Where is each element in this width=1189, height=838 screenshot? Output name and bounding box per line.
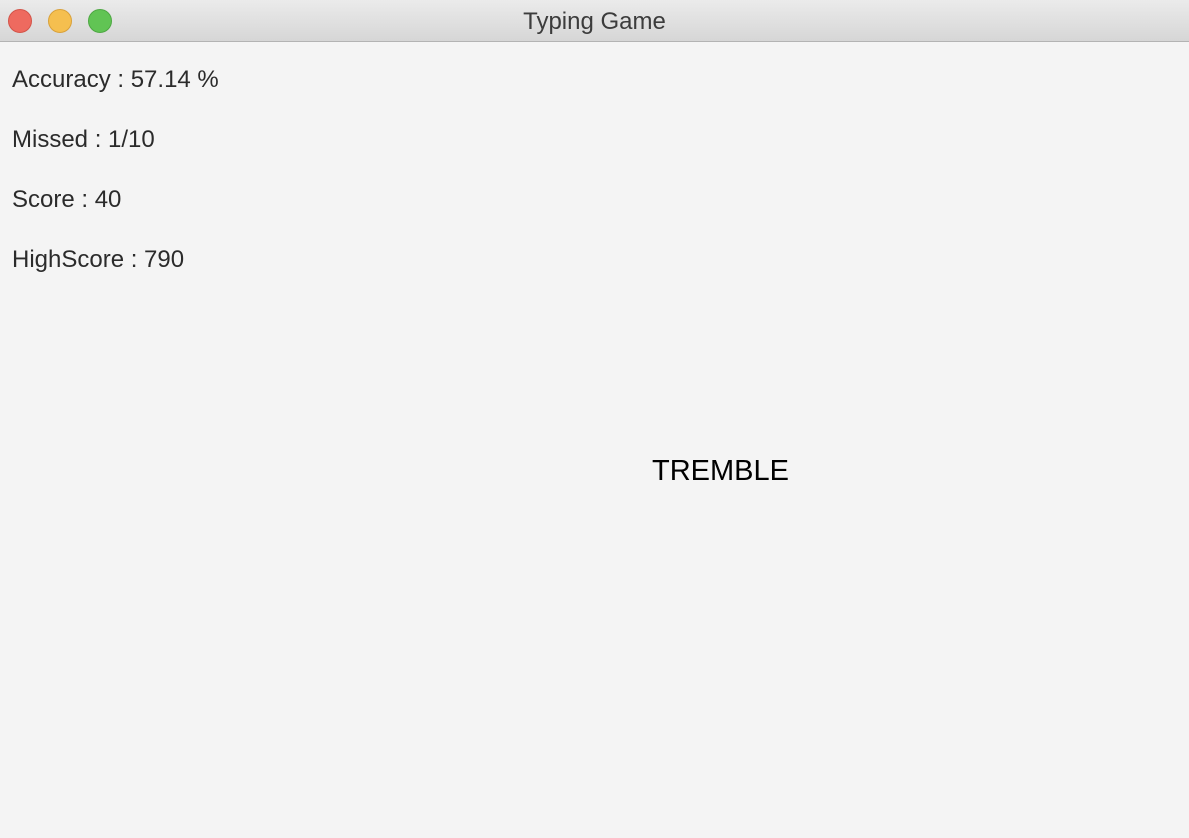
falling-word: TREMBLE bbox=[652, 455, 789, 487]
missed-label: Missed : 1/10 bbox=[12, 126, 155, 153]
window-title: Typing Game bbox=[523, 8, 666, 35]
accuracy-label: Accuracy : 57.14 % bbox=[12, 66, 219, 93]
score-label: Score : 40 bbox=[12, 186, 122, 213]
highscore-label: HighScore : 790 bbox=[12, 246, 185, 273]
app-window: Typing Game Accuracy : 57.14 % Missed : … bbox=[0, 0, 1189, 838]
title-bar[interactable]: Typing Game bbox=[0, 0, 1189, 42]
